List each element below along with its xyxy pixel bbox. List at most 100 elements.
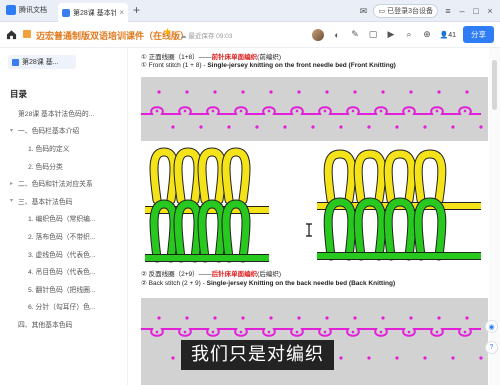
- loop-dot: [295, 109, 299, 113]
- collaborator-count[interactable]: 👤41: [439, 31, 456, 39]
- back-en-prefix: ② Back stitch (2 + 9) -: [141, 280, 207, 287]
- yellow-loop: [198, 148, 226, 204]
- loop-dot: [211, 330, 215, 334]
- close-window-icon[interactable]: ×: [486, 6, 494, 16]
- toc-item[interactable]: 2. 色码分类: [0, 157, 128, 175]
- toc-item[interactable]: 3. 虚线色码（代表色...: [0, 245, 128, 263]
- chevron-icon[interactable]: ▾: [10, 127, 18, 134]
- star-icon[interactable]: ★: [163, 27, 172, 38]
- scrollbar-thumb[interactable]: [492, 60, 497, 110]
- present-icon[interactable]: ▶: [385, 29, 396, 40]
- toc-item[interactable]: ▸ 二、色码和针法对应关系: [0, 174, 128, 192]
- app-logo[interactable]: 腾讯文档: [6, 5, 47, 15]
- loop-dot: [239, 109, 243, 113]
- share-button[interactable]: 分享: [463, 26, 494, 43]
- mail-icon[interactable]: ✉: [359, 6, 368, 17]
- floating-tools: ◉ ?: [485, 320, 498, 354]
- outline-heading: 目录: [10, 89, 28, 99]
- document-icon: [23, 30, 31, 38]
- table-of-contents: 第28课 基本针法色码的... ▾ 一、色码栏基本介绍 1. 色码的定义 2. 色码分类…: [0, 104, 128, 333]
- pen-icon[interactable]: ✎: [349, 29, 360, 40]
- needle-dot: [199, 125, 203, 129]
- maximize-icon[interactable]: □: [472, 6, 480, 16]
- needle-dot: [241, 90, 245, 94]
- avatar[interactable]: [312, 28, 325, 41]
- toc-item-label: 4. 吊目色码（代表色...: [28, 269, 96, 277]
- needle-dot: [395, 125, 399, 129]
- toc-item[interactable]: 第28课 基本针法色码的...: [0, 104, 128, 122]
- loop-dot: [351, 109, 355, 113]
- front-en-prefix: ① Front stitch (1 + 8) -: [141, 62, 208, 69]
- needle-dot: [381, 316, 385, 320]
- device-icon: ▭: [378, 8, 386, 15]
- outline-sidebar: 第28课 基... 目录 第28课 基本针法色码的... ▾ 一、色码栏基本介绍 1.…: [0, 48, 128, 385]
- close-tab-icon[interactable]: ×: [119, 8, 124, 17]
- toc-item[interactable]: 5. 翻针色码（把线圈...: [0, 280, 128, 298]
- collaborator-avatar-icon[interactable]: ◐: [331, 29, 342, 40]
- needle-dot: [339, 125, 343, 129]
- loop-dot: [211, 109, 215, 113]
- yellow-loop: [354, 150, 386, 204]
- browser-tab-bar: 腾讯文档 第28课 基本针法... × + ✉ ▭ 已登录3台设备 ≡ – □ …: [0, 0, 500, 22]
- doc-chip-label: 第28课 基...: [22, 59, 59, 66]
- toc-item[interactable]: 2. 落布色码（不带织...: [0, 227, 128, 245]
- toc-item[interactable]: ▾ 一、色码栏基本介绍: [0, 122, 128, 140]
- front-prefix: ① 正面线圈（1+8）——: [141, 54, 212, 61]
- needle-dot: [339, 356, 343, 360]
- tab-document[interactable]: 第28课 基本针法... ×: [58, 3, 128, 22]
- needle-dot: [451, 125, 455, 129]
- front-stitch-notation-panel: [141, 77, 488, 141]
- text-cursor-icon: [306, 223, 312, 237]
- menu-icon[interactable]: ≡: [444, 6, 452, 16]
- collab-count-text: 41: [448, 31, 456, 39]
- toc-item[interactable]: 6. 分针（勾耳仔）色...: [0, 298, 128, 316]
- needle-dot: [171, 125, 175, 129]
- save-status: ☁ 最近保存 09:03: [180, 33, 233, 40]
- back-red-text: 后针床单面编织: [211, 271, 258, 278]
- more-icon[interactable]: ⊕: [421, 29, 432, 40]
- search-icon[interactable]: ⌕: [403, 29, 414, 40]
- doc-tab-icon: [62, 8, 70, 17]
- loop-dot: [407, 330, 411, 334]
- loop-dot: [323, 330, 327, 334]
- chevron-icon[interactable]: ▸: [10, 180, 18, 187]
- toc-item[interactable]: 4. 吊目色码（代表色...: [0, 262, 128, 280]
- chevron-icon[interactable]: ▾: [10, 197, 18, 204]
- yellow-loop: [174, 148, 202, 204]
- yarn-path: [141, 328, 481, 337]
- help-icon[interactable]: ?: [485, 341, 498, 354]
- needle-dot: [213, 90, 217, 94]
- needle-dot: [353, 316, 357, 320]
- yellow-loop: [414, 150, 446, 204]
- assistant-icon[interactable]: ◉: [485, 320, 498, 333]
- device-status-pill[interactable]: ▭ 已登录3台设备: [373, 4, 438, 18]
- toc-item[interactable]: 四、其他基本色码: [0, 315, 128, 333]
- minimize-icon[interactable]: –: [458, 6, 466, 16]
- loop-dot: [267, 330, 271, 334]
- home-icon[interactable]: [6, 29, 17, 40]
- loop-dot: [183, 109, 187, 113]
- needle-dot: [185, 316, 189, 320]
- tab-label: 第28课 基本针法...: [73, 9, 117, 17]
- needle-dot: [479, 356, 483, 360]
- toc-item[interactable]: 1. 编织色码（常织编...: [0, 210, 128, 228]
- new-tab-button[interactable]: +: [133, 3, 140, 17]
- toc-item-label: 1. 编织色码（常织编...: [28, 216, 96, 224]
- comment-icon[interactable]: ▢: [367, 29, 378, 40]
- doc-chip[interactable]: 第28课 基...: [8, 55, 76, 69]
- toc-item[interactable]: 1. 色码的定义: [0, 139, 128, 157]
- needle-dot: [479, 125, 483, 129]
- toc-item-label: 三、基本针法色码: [18, 198, 73, 206]
- loop-dot: [435, 109, 439, 113]
- needle-dot: [437, 316, 441, 320]
- toc-item-label: 四、其他基本色码: [18, 321, 73, 329]
- knit-loop-illustration: [145, 147, 481, 263]
- needle-dot: [409, 316, 413, 320]
- green-loop: [324, 198, 356, 260]
- loop-dot: [295, 330, 299, 334]
- needle-dot: [325, 90, 329, 94]
- app-name: 腾讯文档: [19, 7, 47, 14]
- needle-dot: [227, 125, 231, 129]
- toc-item[interactable]: ▾ 三、基本针法色码: [0, 192, 128, 210]
- device-status: 已登录3台设备: [387, 8, 433, 15]
